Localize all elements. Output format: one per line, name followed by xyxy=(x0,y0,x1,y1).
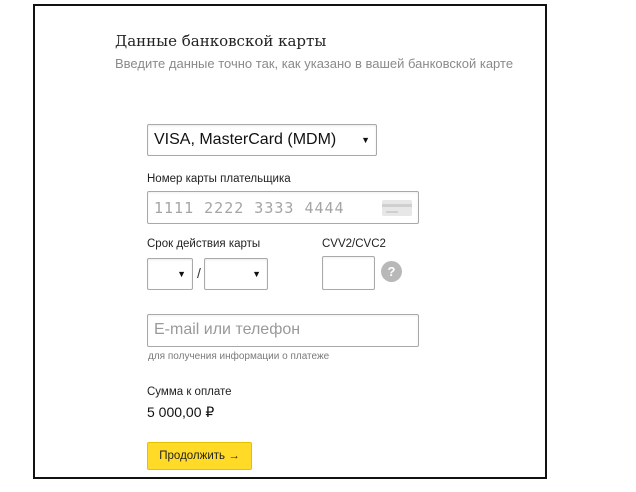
expiry-month-select[interactable]: ▼ xyxy=(147,258,193,290)
card-number-label: Номер карты плательщика xyxy=(147,173,291,185)
contact-input[interactable]: E-mail или телефон xyxy=(147,314,419,347)
continue-button[interactable]: Продолжить → xyxy=(147,442,252,470)
card-number-placeholder: 1111 2222 3333 4444 xyxy=(154,199,345,217)
payment-system-select[interactable]: VISA, MasterCard (MDM) ▼ xyxy=(147,124,377,156)
expiry-label: Срок действия карты xyxy=(147,238,261,250)
form-title: Данные банковской карты xyxy=(115,32,327,50)
credit-card-icon xyxy=(382,200,412,216)
amount-value: 5 000,00 ₽ xyxy=(147,404,215,420)
expiry-year-select[interactable]: ▼ xyxy=(204,258,268,290)
dropdown-arrow-icon: ▼ xyxy=(177,269,186,279)
form-subtitle: Введите данные точно так, как указано в … xyxy=(115,56,514,71)
expiry-separator: / xyxy=(197,265,201,281)
card-number-input[interactable]: 1111 2222 3333 4444 xyxy=(147,191,419,224)
amount-label: Сумма к оплате xyxy=(147,386,232,398)
payment-system-value: VISA, MasterCard (MDM) xyxy=(154,131,337,148)
payment-form-frame: Данные банковской карты Введите данные т… xyxy=(33,4,547,479)
dropdown-arrow-icon: ▼ xyxy=(361,135,370,145)
cvv-label: CVV2/CVC2 xyxy=(322,238,386,250)
contact-hint: для получения информации о платеже xyxy=(148,351,330,362)
dropdown-arrow-icon: ▼ xyxy=(252,269,261,279)
contact-placeholder: E-mail или телефон xyxy=(154,321,301,338)
cvv-input[interactable] xyxy=(322,256,375,290)
help-icon[interactable]: ? xyxy=(381,261,402,282)
